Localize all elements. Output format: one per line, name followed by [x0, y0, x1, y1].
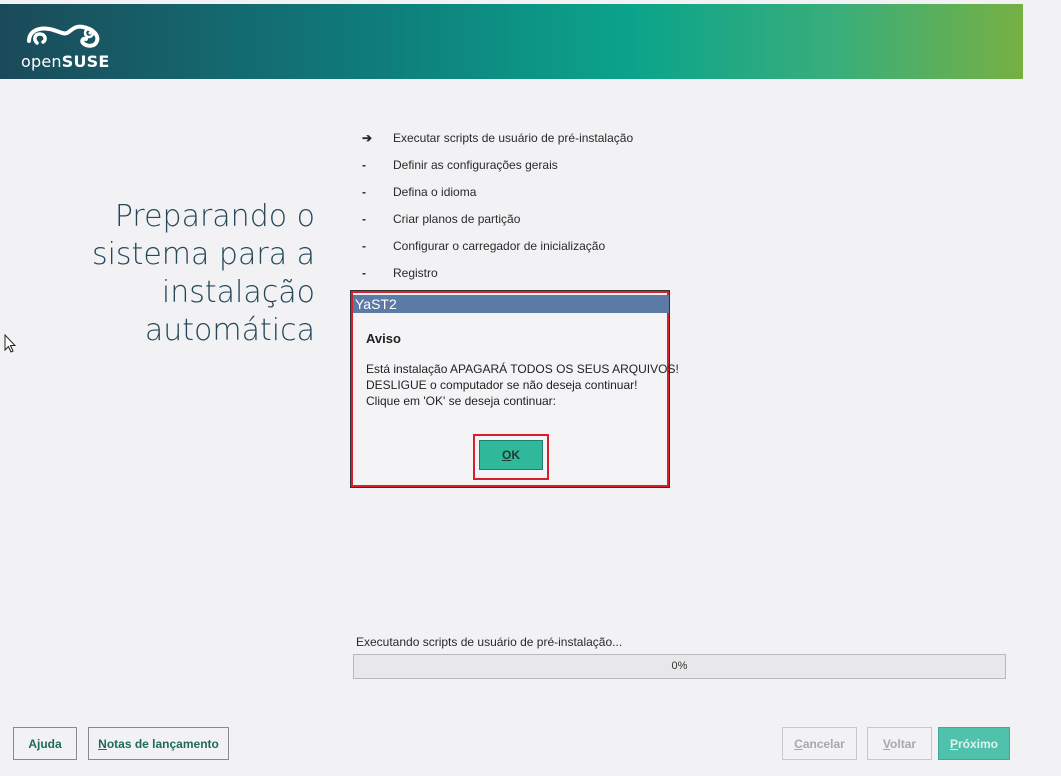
step-item: - Configurar o carregador de inicializaçã… [362, 232, 633, 259]
step-label: Registro [393, 265, 438, 280]
cancel-accel-key: C [794, 736, 803, 751]
ok-button[interactable]: OK [479, 440, 543, 470]
page-title-line: sistema para a [91, 237, 315, 272]
logo-text: openSUSE [21, 52, 110, 71]
dialog-heading: Aviso [366, 331, 401, 346]
warning-dialog: YaST2 Aviso Está instalação APAGARÁ TODO… [351, 291, 679, 487]
step-item: - Definir as configurações gerais [362, 151, 633, 178]
step-item: - Defina o idioma [362, 178, 633, 205]
help-button[interactable]: Ajuda [13, 727, 77, 760]
back-button[interactable]: Voltar [867, 727, 932, 760]
page-title-line: automática [144, 313, 315, 348]
step-pending-dash-icon: - [362, 265, 366, 280]
logo-text-suse: SUSE [61, 52, 110, 71]
step-item: - Registro [362, 259, 633, 286]
step-pending-dash-icon: - [362, 184, 366, 199]
mouse-pointer-icon [4, 334, 16, 353]
page-title-line: Preparando o [114, 199, 315, 234]
step-label: Defina o idioma [393, 184, 477, 199]
opensuse-logo: openSUSE [20, 21, 110, 71]
notes-accel-key: N [98, 736, 107, 751]
progress-label: Executando scripts de usuário de pré-ins… [356, 635, 623, 649]
release-notes-button[interactable]: Notas de lançamento [88, 727, 229, 760]
step-item: ➔ Executar scripts de usuário de pré-inst… [362, 124, 633, 151]
back-accel-key: V [882, 736, 891, 751]
installation-steps-list: ➔ Executar scripts de usuário de pré-inst… [362, 124, 633, 286]
next-accel-key: P [949, 736, 958, 751]
step-pending-dash-icon: - [362, 157, 366, 172]
ok-label-rest: K [511, 448, 520, 462]
next-label-rest: róximo [958, 736, 999, 751]
step-label: Configurar o carregador de inicialização [393, 238, 606, 253]
dialog-title-bar[interactable]: YaST2 [353, 295, 669, 313]
notes-label-rest: otas de lançamento [106, 736, 219, 751]
progress-bar: 0% [353, 654, 1006, 679]
step-label: Criar planos de partição [393, 211, 521, 226]
dialog-message: Está instalação APAGARÁ TODOS OS SEUS AR… [366, 361, 679, 409]
ok-button-highlight: OK [473, 434, 549, 480]
dialog-message-line: DESLIGUE o computador se não deseja cont… [366, 378, 638, 392]
back-label-rest: oltar [890, 736, 917, 751]
step-item: - Criar planos de partição [362, 205, 633, 232]
chameleon-icon [27, 24, 100, 48]
dialog-message-line: Está instalação APAGARÁ TODOS OS SEUS AR… [366, 362, 679, 376]
step-label: Definir as configurações gerais [393, 157, 558, 172]
step-current-arrow-icon: ➔ [362, 130, 373, 145]
ok-accel-key: O [501, 448, 512, 462]
installer-header: openSUSE [0, 4, 1023, 79]
cancel-label-rest: ancelar [802, 736, 845, 751]
step-label: Executar scripts de usuário de pré-insta… [393, 130, 634, 145]
logo-text-open: open [21, 52, 62, 71]
dialog-message-line: Clique em 'OK' se deseja continuar: [366, 394, 557, 408]
step-pending-dash-icon: - [362, 211, 366, 226]
step-pending-dash-icon: - [362, 238, 366, 253]
progress-percent: 0% [671, 660, 688, 672]
next-button[interactable]: Próximo [938, 727, 1010, 760]
page-title-line: instalação [161, 275, 315, 310]
page-title: Preparando o sistema para a instalação a… [55, 198, 315, 350]
cancel-button[interactable]: Cancelar [782, 727, 857, 760]
